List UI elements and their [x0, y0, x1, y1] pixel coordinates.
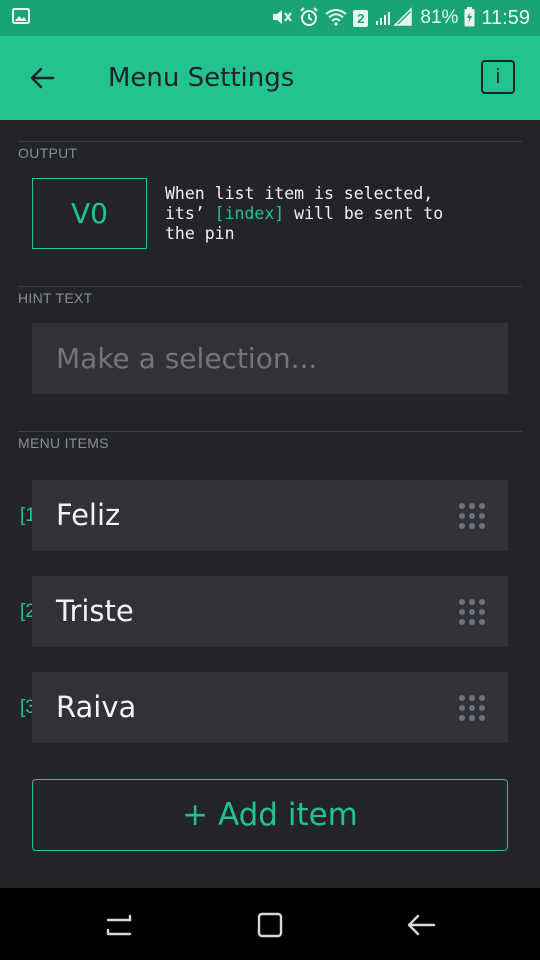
app-bar: Menu Settings i	[0, 36, 540, 120]
output-desc-line3: the pin	[165, 224, 235, 243]
alarm-icon	[299, 6, 319, 30]
section-label-hint: HINT TEXT	[18, 290, 93, 306]
battery-charging-icon	[464, 6, 475, 30]
menu-item-row: [3] Raiva	[0, 672, 540, 743]
back-nav-icon[interactable]	[404, 908, 438, 942]
output-desc-suffix: will be sent to	[284, 204, 444, 223]
drag-handle-icon[interactable]	[458, 694, 486, 722]
recent-apps-icon[interactable]	[102, 908, 136, 942]
output-desc-prefix: its’	[165, 204, 215, 223]
output-description: When list item is selected, its’ [index]…	[165, 184, 515, 244]
battery-percent: 81%	[420, 7, 459, 28]
section-label-menu: MENU ITEMS	[18, 435, 109, 451]
add-item-button[interactable]: + Add item	[32, 779, 508, 851]
pin-selector-button[interactable]: V0	[32, 178, 147, 249]
back-button[interactable]	[22, 58, 62, 98]
divider	[18, 286, 522, 287]
hint-text-input[interactable]	[32, 323, 508, 394]
drag-handle-icon[interactable]	[458, 502, 486, 530]
menu-item-label: Triste	[56, 594, 134, 628]
signal-icon	[374, 6, 414, 30]
page-title: Menu Settings	[108, 63, 295, 93]
divider	[18, 431, 522, 432]
status-icons: 2 81% 11:59	[271, 0, 530, 36]
status-bar: 2 81% 11:59	[0, 0, 540, 36]
system-nav-bar	[0, 888, 540, 960]
menu-item-field[interactable]: Triste	[32, 576, 508, 647]
sim-slot-badge: 2	[353, 9, 369, 27]
menu-item-field[interactable]: Raiva	[32, 672, 508, 743]
menu-item-row: [1] Feliz	[0, 480, 540, 551]
wifi-icon	[325, 8, 348, 29]
gallery-notification-icon	[12, 8, 30, 29]
info-button[interactable]: i	[481, 60, 515, 94]
menu-item-label: Feliz	[56, 498, 121, 532]
divider	[18, 141, 522, 142]
arrow-left-icon	[30, 67, 55, 89]
output-desc-line1: When list item is selected,	[165, 184, 434, 203]
pin-value: V0	[71, 197, 108, 230]
menu-item-row: [2] Triste	[0, 576, 540, 647]
mute-icon	[271, 8, 293, 29]
output-desc-index: [index]	[214, 204, 285, 223]
menu-item-field[interactable]: Feliz	[32, 480, 508, 551]
drag-handle-icon[interactable]	[458, 598, 486, 626]
section-label-output: OUTPUT	[18, 145, 78, 161]
home-icon[interactable]	[253, 908, 287, 942]
menu-item-label: Raiva	[56, 690, 137, 724]
output-desc-line2: its’ [index] will be sent to	[165, 204, 515, 224]
clock: 11:59	[481, 6, 530, 29]
